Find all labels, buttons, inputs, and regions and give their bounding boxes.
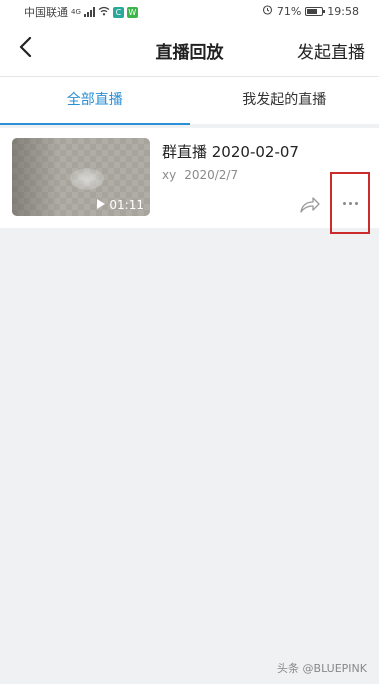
replay-meta: xy 2020/2/7	[162, 168, 238, 182]
thumbnail-shade	[12, 138, 60, 216]
wifi-icon	[98, 6, 110, 19]
carrier-name: 中国联通	[24, 6, 68, 19]
replay-date: 2020/2/7	[184, 168, 239, 182]
battery-icon	[305, 6, 326, 16]
play-icon	[97, 198, 106, 212]
start-live-button[interactable]: 发起直播	[297, 38, 365, 63]
share-icon	[298, 197, 322, 219]
navigation-bar: 直播回放 发起直播	[0, 22, 379, 76]
battery-percent: 71%	[276, 4, 302, 18]
wechat-badge-icon: W	[126, 6, 138, 18]
status-bar: 中国联通 4G C W 71% 19:58	[0, 0, 379, 22]
replay-list-item[interactable]: 01:11 群直播 2020-02-07 xy 2020/2/7	[0, 128, 379, 234]
tab-bar: 全部直播 我发起的直播	[0, 76, 379, 125]
more-options-button[interactable]	[330, 172, 370, 234]
video-thumbnail[interactable]: 01:11	[12, 138, 150, 216]
duration-label: 01:11	[109, 198, 144, 212]
status-time: 19:58	[327, 4, 359, 18]
watermark: 头条 @BLUEPINK	[277, 662, 367, 675]
replay-title: 群直播 2020-02-07	[162, 143, 299, 161]
share-button[interactable]	[298, 195, 322, 215]
more-icon	[342, 201, 358, 205]
alarm-icon	[262, 4, 273, 18]
signal-icon	[83, 7, 95, 17]
network-type: 4G	[71, 8, 81, 16]
tab-my-live[interactable]: 我发起的直播	[190, 77, 379, 124]
status-left: 中国联通 4G C W	[24, 4, 138, 20]
video-duration: 01:11	[97, 198, 144, 212]
thumbnail-glare	[70, 168, 104, 190]
status-right: 71% 19:58	[262, 4, 359, 18]
tab-all-live[interactable]: 全部直播	[0, 77, 190, 125]
replay-host: xy	[162, 168, 177, 182]
app-badge-icon: C	[112, 6, 124, 18]
